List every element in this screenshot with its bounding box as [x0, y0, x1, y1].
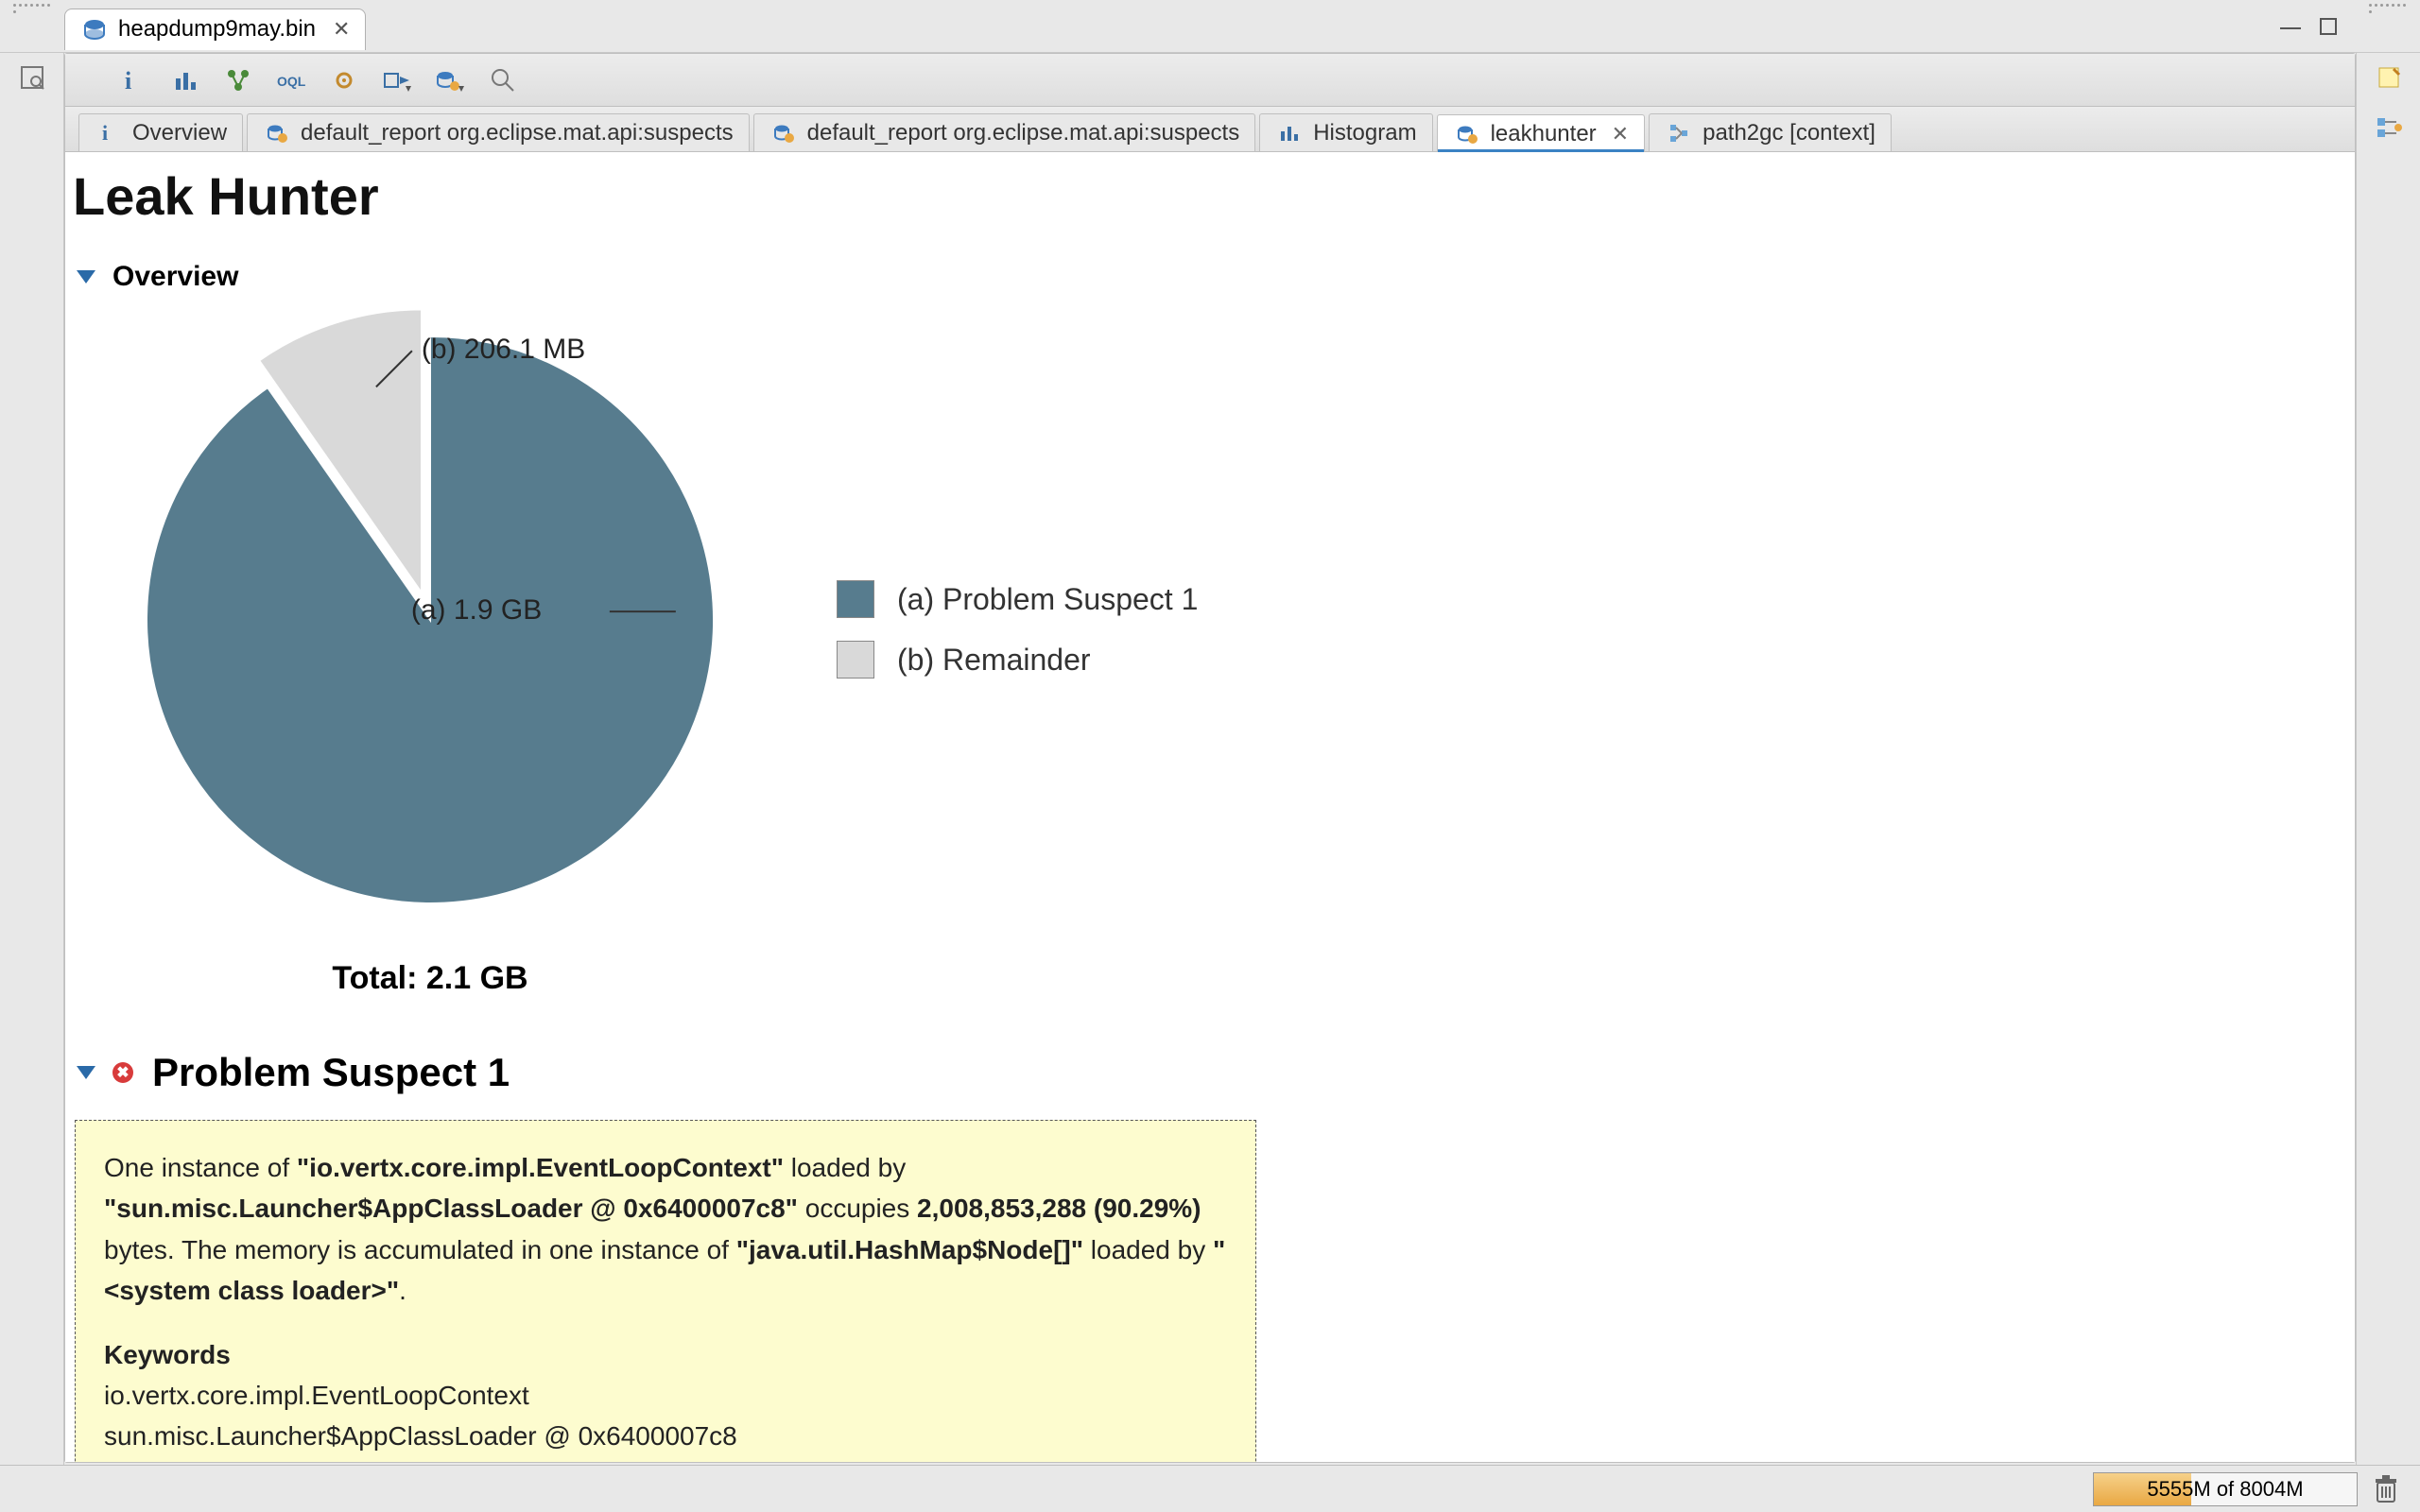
disclosure-triangle-icon — [77, 270, 95, 284]
inner-tab-label: path2gc [context] — [1703, 120, 1876, 146]
editor-toolbar: i OQL — [65, 54, 2355, 107]
inner-tab[interactable]: leakhunter ✕ — [1437, 114, 1646, 152]
svg-text:i: i — [102, 121, 108, 145]
minimize-view-icon[interactable] — [2280, 24, 2301, 29]
inner-tab-label: default_report org.eclipse.mat.api:suspe… — [301, 120, 734, 146]
report-icon — [1453, 120, 1481, 148]
search-view-icon[interactable] — [17, 62, 47, 93]
notes-view-icon[interactable] — [2374, 62, 2404, 93]
overview-heading-label: Overview — [112, 261, 238, 293]
report-icon — [263, 119, 291, 147]
keywords-heading: Keywords — [104, 1334, 1227, 1375]
pie-callout-a: (a) 1.9 GB — [411, 594, 542, 627]
gear-icon[interactable] — [330, 66, 358, 94]
find-icon[interactable] — [489, 66, 517, 94]
inner-tab-label: leakhunter — [1491, 121, 1597, 147]
svg-text:i: i — [125, 67, 131, 94]
editor-file-tab-label: heapdump9may.bin — [118, 16, 316, 43]
tree-icon — [1665, 119, 1693, 147]
editor-area: i OQL iOverviewdefault_report org.eclips… — [64, 53, 2356, 1463]
left-trim-strip — [0, 53, 64, 1465]
pie-chart: (a) 1.9 GB (b) 206.1 MB — [137, 327, 723, 932]
status-bar: 5555M of 8004M — [0, 1465, 2420, 1512]
inner-tab-label: Overview — [132, 120, 227, 146]
heap-memory-text: 5555M of 8004M — [2147, 1477, 2303, 1502]
pie-legend: (a) Problem Suspect 1 (b) Remainder — [837, 580, 1198, 679]
disclosure-triangle-icon — [77, 1066, 95, 1079]
keyword-line: sun.misc.Launcher$AppClassLoader @ 0x640… — [104, 1416, 1227, 1456]
maximize-view-icon[interactable] — [2320, 18, 2337, 35]
navigation-history-icon[interactable] — [2374, 112, 2404, 142]
suspect-paragraph: One instance of "io.vertx.core.impl.Even… — [104, 1147, 1227, 1312]
inner-tab[interactable]: path2gc [context] — [1649, 113, 1892, 151]
info-icon[interactable]: i — [118, 66, 147, 94]
query-browser-icon[interactable] — [436, 66, 464, 94]
legend-item: (b) Remainder — [837, 641, 1198, 679]
pie-callout-b: (b) 206.1 MB — [422, 334, 585, 366]
inner-tab[interactable]: Histogram — [1259, 113, 1432, 151]
info-icon: i — [95, 119, 123, 147]
report-title: Leak Hunter — [73, 165, 2347, 227]
problem-suspect-details: One instance of "io.vertx.core.impl.Even… — [75, 1120, 1256, 1462]
svg-text:OQL: OQL — [277, 74, 306, 89]
inner-tab-label: Histogram — [1313, 120, 1416, 146]
chart-total-label: Total: 2.1 GB — [137, 960, 723, 997]
editor-tab-bar: heapdump9may.bin ✕ — [0, 0, 2420, 53]
histogram-icon[interactable] — [171, 66, 199, 94]
close-icon[interactable]: ✕ — [333, 17, 350, 42]
inner-tab[interactable]: default_report org.eclipse.mat.api:suspe… — [247, 113, 750, 151]
legend-label: (b) Remainder — [897, 643, 1091, 678]
problem-suspect-section-header[interactable]: ✖ Problem Suspect 1 — [71, 1044, 2349, 1101]
legend-swatch — [837, 641, 874, 679]
run-query-icon[interactable] — [383, 66, 411, 94]
heapdump-file-icon — [80, 15, 109, 43]
view-controls — [2280, 18, 2337, 35]
problem-suspect-heading-label: Problem Suspect 1 — [152, 1050, 510, 1095]
inner-tab[interactable]: default_report org.eclipse.mat.api:suspe… — [753, 113, 1256, 151]
histogram-icon — [1275, 119, 1304, 147]
legend-label: (a) Problem Suspect 1 — [897, 582, 1198, 617]
inner-tab[interactable]: i Overview — [78, 113, 243, 151]
inner-tab-label: default_report org.eclipse.mat.api:suspe… — [807, 120, 1240, 146]
panel-drag-handle-left[interactable] — [0, 0, 64, 52]
error-badge-icon: ✖ — [112, 1062, 133, 1083]
report-icon — [769, 119, 798, 147]
overview-chart: (a) 1.9 GB (b) 206.1 MB (a) Problem Susp… — [137, 327, 2349, 932]
editor-file-tab[interactable]: heapdump9may.bin ✕ — [64, 9, 366, 50]
panel-drag-handle-right[interactable] — [2356, 0, 2420, 52]
report-content: Leak Hunter Overview (a) 1.9 GB (b) 206.… — [65, 152, 2355, 1462]
run-gc-icon[interactable] — [2371, 1474, 2401, 1504]
inner-tab-bar: i Overview default_report org.eclipse.mat.… — [65, 107, 2355, 152]
dominator-tree-icon[interactable] — [224, 66, 252, 94]
close-icon[interactable]: ✕ — [1612, 122, 1629, 146]
oql-icon[interactable]: OQL — [277, 66, 305, 94]
legend-item: (a) Problem Suspect 1 — [837, 580, 1198, 618]
heap-memory-indicator[interactable]: 5555M of 8004M — [2093, 1472, 2358, 1506]
right-trim-strip — [2356, 53, 2420, 1465]
legend-swatch — [837, 580, 874, 618]
keyword-line: io.vertx.core.impl.EventLoopContext — [104, 1375, 1227, 1416]
keyword-line: java.util.HashMap$Node[] — [104, 1457, 1227, 1462]
overview-section-header[interactable]: Overview — [71, 255, 2349, 299]
